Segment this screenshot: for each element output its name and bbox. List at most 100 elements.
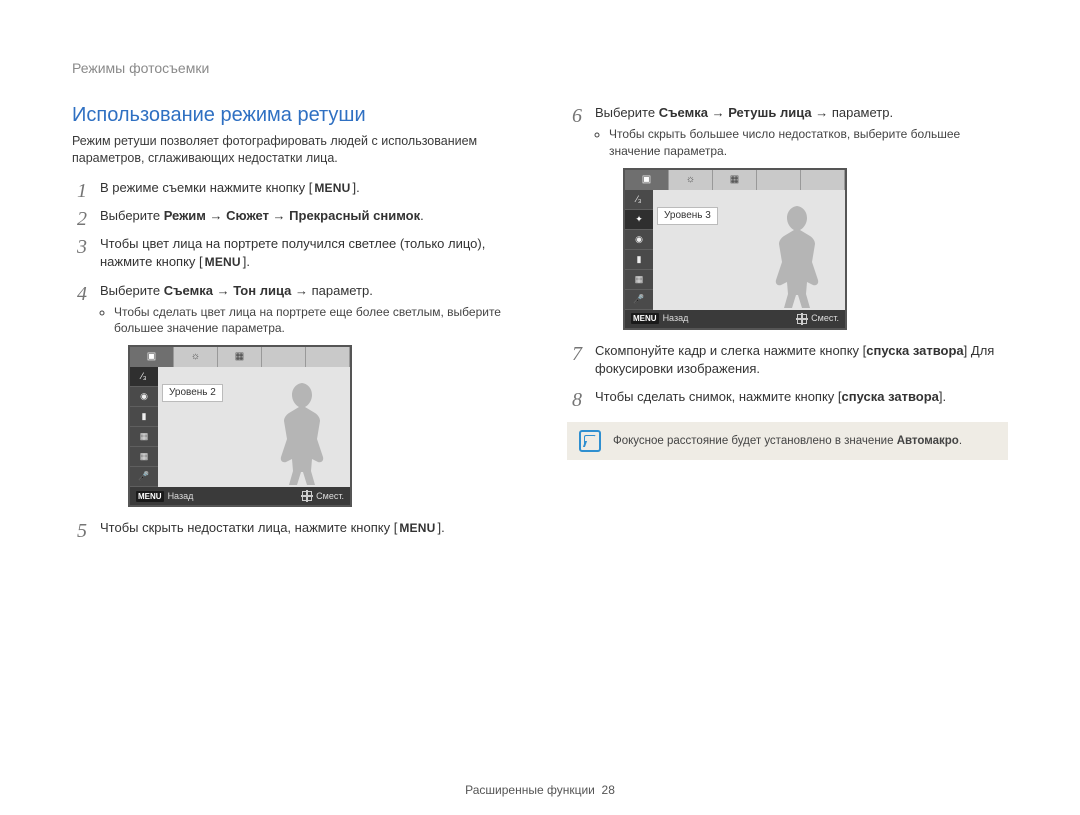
step-text-after: → параметр. [812, 105, 894, 120]
dpad-icon [797, 314, 807, 324]
lcd-tab: ▦ [713, 170, 757, 190]
step-number: 2 [72, 205, 92, 233]
section-title: Использование режима ретуши [72, 104, 513, 127]
level-indicator: Уровень 3 [657, 207, 718, 225]
step-number: 3 [72, 233, 92, 261]
step-bold: Съемка → Ретушь лица [659, 105, 812, 120]
step-text: Выберите [100, 283, 164, 298]
step-text: Чтобы цвет лица на портрете получился св… [100, 236, 485, 269]
lcd-tab [306, 347, 350, 367]
lcd-tab [757, 170, 801, 190]
steps-right: 6 Выберите Съемка → Ретушь лица → параме… [567, 104, 1008, 406]
step-number: 1 [72, 177, 92, 205]
lcd-move-label: Смест. [316, 490, 344, 503]
step-7: 7 Скомпонуйте кадр и слегка нажмите кноп… [567, 342, 1008, 378]
intro-text: Режим ретуши позволяет фотографировать л… [72, 133, 513, 167]
lcd-side-item: 🎤 [130, 467, 158, 487]
content-columns: Использование режима ретуши Режим ретуши… [72, 104, 1008, 547]
step-text-after: ]. [243, 254, 250, 269]
lcd-back-label: Назад [663, 312, 689, 325]
step-bold: Съемка → Тон лица [164, 283, 292, 298]
lcd-preview: Уровень 3 [653, 190, 845, 310]
lcd-tab [801, 170, 845, 190]
person-silhouette-icon [266, 377, 336, 487]
lcd-back: MENU Назад [130, 490, 296, 503]
step-number: 5 [72, 517, 92, 545]
step-text-after: ]. [939, 389, 946, 404]
lcd-tab [262, 347, 306, 367]
step-3: 3 Чтобы цвет лица на портрете получился … [72, 235, 513, 271]
bullet: Чтобы скрыть большее число недостатков, … [609, 126, 1008, 160]
note-text: Фокусное расстояние будет установлено в … [613, 435, 962, 447]
right-column: 6 Выберите Съемка → Ретушь лица → параме… [567, 104, 1008, 547]
menu-icon: MENU [203, 254, 243, 271]
lcd-side-item: 🎤 [625, 290, 653, 310]
step-4: 4 Выберите Съемка → Тон лица → параметр.… [72, 282, 513, 508]
lcd-side-item: ▦ [625, 270, 653, 290]
lcd-back-label: Назад [168, 490, 194, 503]
footer-label: Расширенные функции [465, 783, 595, 797]
dpad-icon [302, 491, 312, 501]
lcd-side-item: ▮ [130, 407, 158, 427]
step-number: 4 [72, 280, 92, 308]
camera-lcd: ▣ ☼ ▦ ⁄₃ ✦ ◉ ▮ ▦ [623, 168, 847, 330]
lcd-tab: ☼ [174, 347, 218, 367]
menu-icon: MENU [397, 520, 437, 537]
step-bullets: Чтобы сделать цвет лица на портрете еще … [100, 304, 513, 338]
step-8: 8 Чтобы сделать снимок, нажмите кнопку [… [567, 388, 1008, 406]
page-footer: Расширенные функции 28 [0, 783, 1080, 797]
lcd-side-item: ⁄₃ [625, 190, 653, 210]
lcd-side-item: ◉ [625, 230, 653, 250]
bullet: Чтобы сделать цвет лица на портрете еще … [114, 304, 513, 338]
step-text-after: ]. [352, 180, 359, 195]
lcd-body: ⁄₃ ✦ ◉ ▮ ▦ 🎤 Уровень 3 [625, 190, 845, 310]
step-number: 6 [567, 102, 587, 130]
step-bullets: Чтобы скрыть большее число недостатков, … [595, 126, 1008, 160]
lcd-move: Смест. [296, 490, 350, 503]
lcd-footer: MENU Назад Смест. [130, 487, 350, 505]
person-silhouette-icon [761, 200, 831, 310]
level-indicator: Уровень 2 [162, 384, 223, 402]
step-text-after: → параметр. [291, 283, 373, 298]
note-box: Фокусное расстояние будет установлено в … [567, 422, 1008, 460]
step-6: 6 Выберите Съемка → Ретушь лица → параме… [567, 104, 1008, 330]
lcd-tab: ▣ [130, 347, 174, 367]
lcd-body: ⁄₃ ◉ ▮ ▦ ▦ 🎤 Уровень 2 [130, 367, 350, 487]
menu-icon: MENU [136, 491, 164, 502]
step-5: 5 Чтобы скрыть недостатки лица, нажмите … [72, 519, 513, 537]
lcd-sidebar: ⁄₃ ✦ ◉ ▮ ▦ 🎤 [625, 190, 653, 310]
lcd-move-label: Смест. [811, 312, 839, 325]
left-column: Использование режима ретуши Режим ретуши… [72, 104, 513, 547]
menu-icon: MENU [312, 180, 352, 197]
step-number: 7 [567, 340, 587, 368]
step-text: Выберите [595, 105, 659, 120]
lcd-tab: ▣ [625, 170, 669, 190]
step-text: Выберите [100, 208, 164, 223]
lcd-side-item: ▮ [625, 250, 653, 270]
lcd-side-item: ⁄₃ [130, 367, 158, 387]
note-text-bold: Автомакро [897, 435, 959, 447]
note-text-part: . [959, 435, 962, 447]
step-bold: спуска затвора [866, 343, 963, 358]
note-icon [579, 430, 601, 452]
lcd-tab: ☼ [669, 170, 713, 190]
lcd-footer: MENUНазад Смест. [625, 310, 845, 328]
lcd-side-item: ◉ [130, 387, 158, 407]
steps-left: 1 В режиме съемки нажмите кнопку [MENU].… [72, 179, 513, 538]
lcd-tabs: ▣ ☼ ▦ [130, 347, 350, 367]
step-text: Чтобы скрыть недостатки лица, нажмите кн… [100, 520, 397, 535]
footer-page-number: 28 [602, 783, 615, 797]
step-bold: Режим → Сюжет → Прекрасный снимок [164, 208, 420, 223]
step-text-after: . [420, 208, 424, 223]
lcd-preview: Уровень 2 [158, 367, 350, 487]
lcd-side-item: ✦ [625, 210, 653, 230]
step-number: 8 [567, 386, 587, 414]
step-1: 1 В режиме съемки нажмите кнопку [MENU]. [72, 179, 513, 197]
page: Режимы фотосъемки Использование режима р… [0, 0, 1080, 815]
step-text-after: ]. [437, 520, 444, 535]
step-text: В режиме съемки нажмите кнопку [ [100, 180, 312, 195]
step-2: 2 Выберите Режим → Сюжет → Прекрасный сн… [72, 207, 513, 225]
note-text-part: Фокусное расстояние будет установлено в … [613, 435, 897, 447]
lcd-tabs: ▣ ☼ ▦ [625, 170, 845, 190]
lcd-move: Смест. [791, 312, 845, 325]
